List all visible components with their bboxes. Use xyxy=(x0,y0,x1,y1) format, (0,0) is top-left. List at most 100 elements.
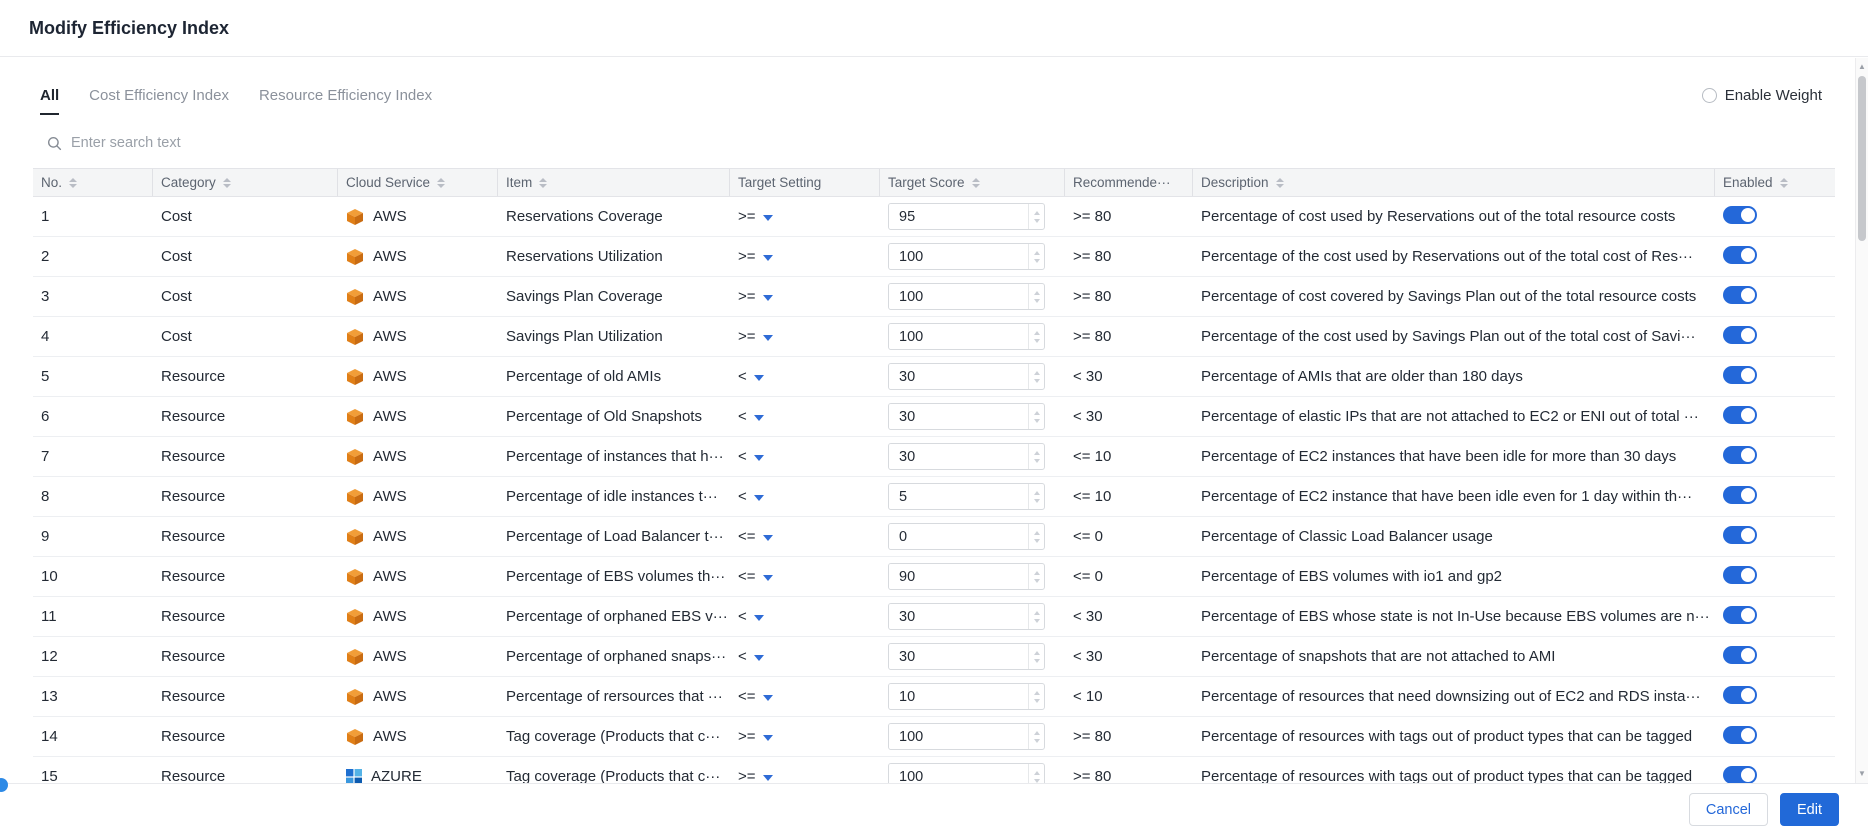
operator-dropdown[interactable]: < xyxy=(738,448,764,465)
enabled-cell xyxy=(1715,446,1835,468)
number-spinner[interactable] xyxy=(1028,484,1044,509)
operator-dropdown[interactable]: <= xyxy=(738,528,773,545)
row-number: 8 xyxy=(33,488,153,505)
row-number: 2 xyxy=(33,248,153,265)
scrollbar-down-arrow[interactable]: ▼ xyxy=(1856,767,1868,781)
operator-dropdown[interactable]: >= xyxy=(738,288,773,305)
number-spinner[interactable] xyxy=(1028,364,1044,389)
tab-all[interactable]: All xyxy=(40,87,59,115)
target-score-input[interactable] xyxy=(889,244,1028,269)
cancel-button[interactable]: Cancel xyxy=(1689,793,1768,826)
enabled-toggle[interactable] xyxy=(1723,766,1757,784)
enabled-toggle[interactable] xyxy=(1723,606,1757,624)
cloud-service-cell: AWS xyxy=(338,568,498,586)
operator-dropdown[interactable]: >= xyxy=(738,208,773,225)
enabled-toggle[interactable] xyxy=(1723,246,1757,264)
description-cell: Percentage of the cost used by Reservati… xyxy=(1193,248,1715,265)
number-spinner[interactable] xyxy=(1028,684,1044,709)
target-score-input[interactable] xyxy=(889,564,1028,589)
operator-dropdown[interactable]: >= xyxy=(738,328,773,345)
enabled-toggle[interactable] xyxy=(1723,526,1757,544)
operator-dropdown[interactable]: >= xyxy=(738,768,773,783)
operator-dropdown[interactable]: >= xyxy=(738,728,773,745)
column-header-category[interactable]: Category xyxy=(153,169,338,196)
enabled-toggle[interactable] xyxy=(1723,206,1757,224)
table-row: 3 Cost AWS Savings Plan Coverage xyxy=(33,277,1835,317)
enabled-cell xyxy=(1715,646,1835,668)
number-spinner[interactable] xyxy=(1028,324,1044,349)
description-cell: Percentage of elastic IPs that are not a… xyxy=(1193,408,1715,425)
target-score-input[interactable] xyxy=(889,764,1028,783)
column-header-no[interactable]: No. xyxy=(33,169,153,196)
column-header-target_score[interactable]: Target Score xyxy=(880,169,1065,196)
cloud-service-cell: AWS xyxy=(338,208,498,226)
enable-weight-radio[interactable] xyxy=(1702,88,1717,103)
enabled-cell xyxy=(1715,286,1835,308)
operator-dropdown[interactable]: < xyxy=(738,488,764,505)
target-score-input[interactable] xyxy=(889,404,1028,429)
column-header-item[interactable]: Item xyxy=(498,169,730,196)
target-score-input[interactable] xyxy=(889,684,1028,709)
number-spinner[interactable] xyxy=(1028,764,1044,783)
number-spinner[interactable] xyxy=(1028,724,1044,749)
number-spinner[interactable] xyxy=(1028,604,1044,629)
operator-dropdown[interactable]: < xyxy=(738,608,764,625)
cloud-service-cell: AWS xyxy=(338,408,498,426)
enable-weight-option[interactable]: Enable Weight xyxy=(1702,87,1822,104)
enabled-toggle[interactable] xyxy=(1723,646,1757,664)
enabled-toggle[interactable] xyxy=(1723,726,1757,744)
operator-dropdown[interactable]: <= xyxy=(738,568,773,585)
enabled-toggle[interactable] xyxy=(1723,686,1757,704)
operator-value: < xyxy=(738,408,747,425)
aws-icon xyxy=(346,208,364,226)
target-score-input[interactable] xyxy=(889,724,1028,749)
scrollbar-up-arrow[interactable]: ▲ xyxy=(1856,60,1868,74)
enabled-toggle[interactable] xyxy=(1723,446,1757,464)
item-cell: Tag coverage (Products that c··· xyxy=(498,728,730,745)
chevron-down-icon xyxy=(763,215,773,221)
operator-dropdown[interactable]: < xyxy=(738,408,764,425)
enabled-toggle[interactable] xyxy=(1723,566,1757,584)
number-spinner[interactable] xyxy=(1028,284,1044,309)
target-score-box xyxy=(888,363,1045,390)
category-cell: Resource xyxy=(153,608,338,625)
scrollbar-thumb[interactable] xyxy=(1858,76,1866,241)
operator-dropdown[interactable]: <= xyxy=(738,688,773,705)
target-score-input[interactable] xyxy=(889,484,1028,509)
target-score-input[interactable] xyxy=(889,644,1028,669)
enabled-toggle[interactable] xyxy=(1723,366,1757,384)
enabled-toggle[interactable] xyxy=(1723,406,1757,424)
enabled-toggle[interactable] xyxy=(1723,486,1757,504)
enabled-toggle[interactable] xyxy=(1723,286,1757,304)
tab-resource-efficiency-index[interactable]: Resource Efficiency Index xyxy=(259,87,432,115)
number-spinner[interactable] xyxy=(1028,444,1044,469)
target-score-input[interactable] xyxy=(889,604,1028,629)
column-header-enabled[interactable]: Enabled xyxy=(1715,169,1835,196)
column-header-description[interactable]: Description xyxy=(1193,169,1715,196)
operator-dropdown[interactable]: >= xyxy=(738,248,773,265)
search-input[interactable] xyxy=(71,135,391,151)
operator-dropdown[interactable]: < xyxy=(738,368,764,385)
target-score-cell xyxy=(880,563,1065,590)
number-spinner[interactable] xyxy=(1028,204,1044,229)
target-score-input[interactable] xyxy=(889,524,1028,549)
table-row: 11 Resource AWS Percentage of orpha xyxy=(33,597,1835,637)
target-score-input[interactable] xyxy=(889,204,1028,229)
number-spinner[interactable] xyxy=(1028,244,1044,269)
recommended-score-cell: < 10 xyxy=(1065,688,1193,705)
number-spinner[interactable] xyxy=(1028,644,1044,669)
number-spinner[interactable] xyxy=(1028,404,1044,429)
column-header-cloud[interactable]: Cloud Service xyxy=(338,169,498,196)
vertical-scrollbar[interactable]: ▲ ▼ xyxy=(1855,58,1868,783)
edit-button[interactable]: Edit xyxy=(1780,793,1839,826)
tab-cost-efficiency-index[interactable]: Cost Efficiency Index xyxy=(89,87,229,115)
number-spinner[interactable] xyxy=(1028,564,1044,589)
operator-dropdown[interactable]: < xyxy=(738,648,764,665)
column-header-target_setting: Target Setting xyxy=(730,169,880,196)
enabled-toggle[interactable] xyxy=(1723,326,1757,344)
number-spinner[interactable] xyxy=(1028,524,1044,549)
target-score-input[interactable] xyxy=(889,444,1028,469)
target-score-input[interactable] xyxy=(889,324,1028,349)
target-score-input[interactable] xyxy=(889,284,1028,309)
target-score-input[interactable] xyxy=(889,364,1028,389)
